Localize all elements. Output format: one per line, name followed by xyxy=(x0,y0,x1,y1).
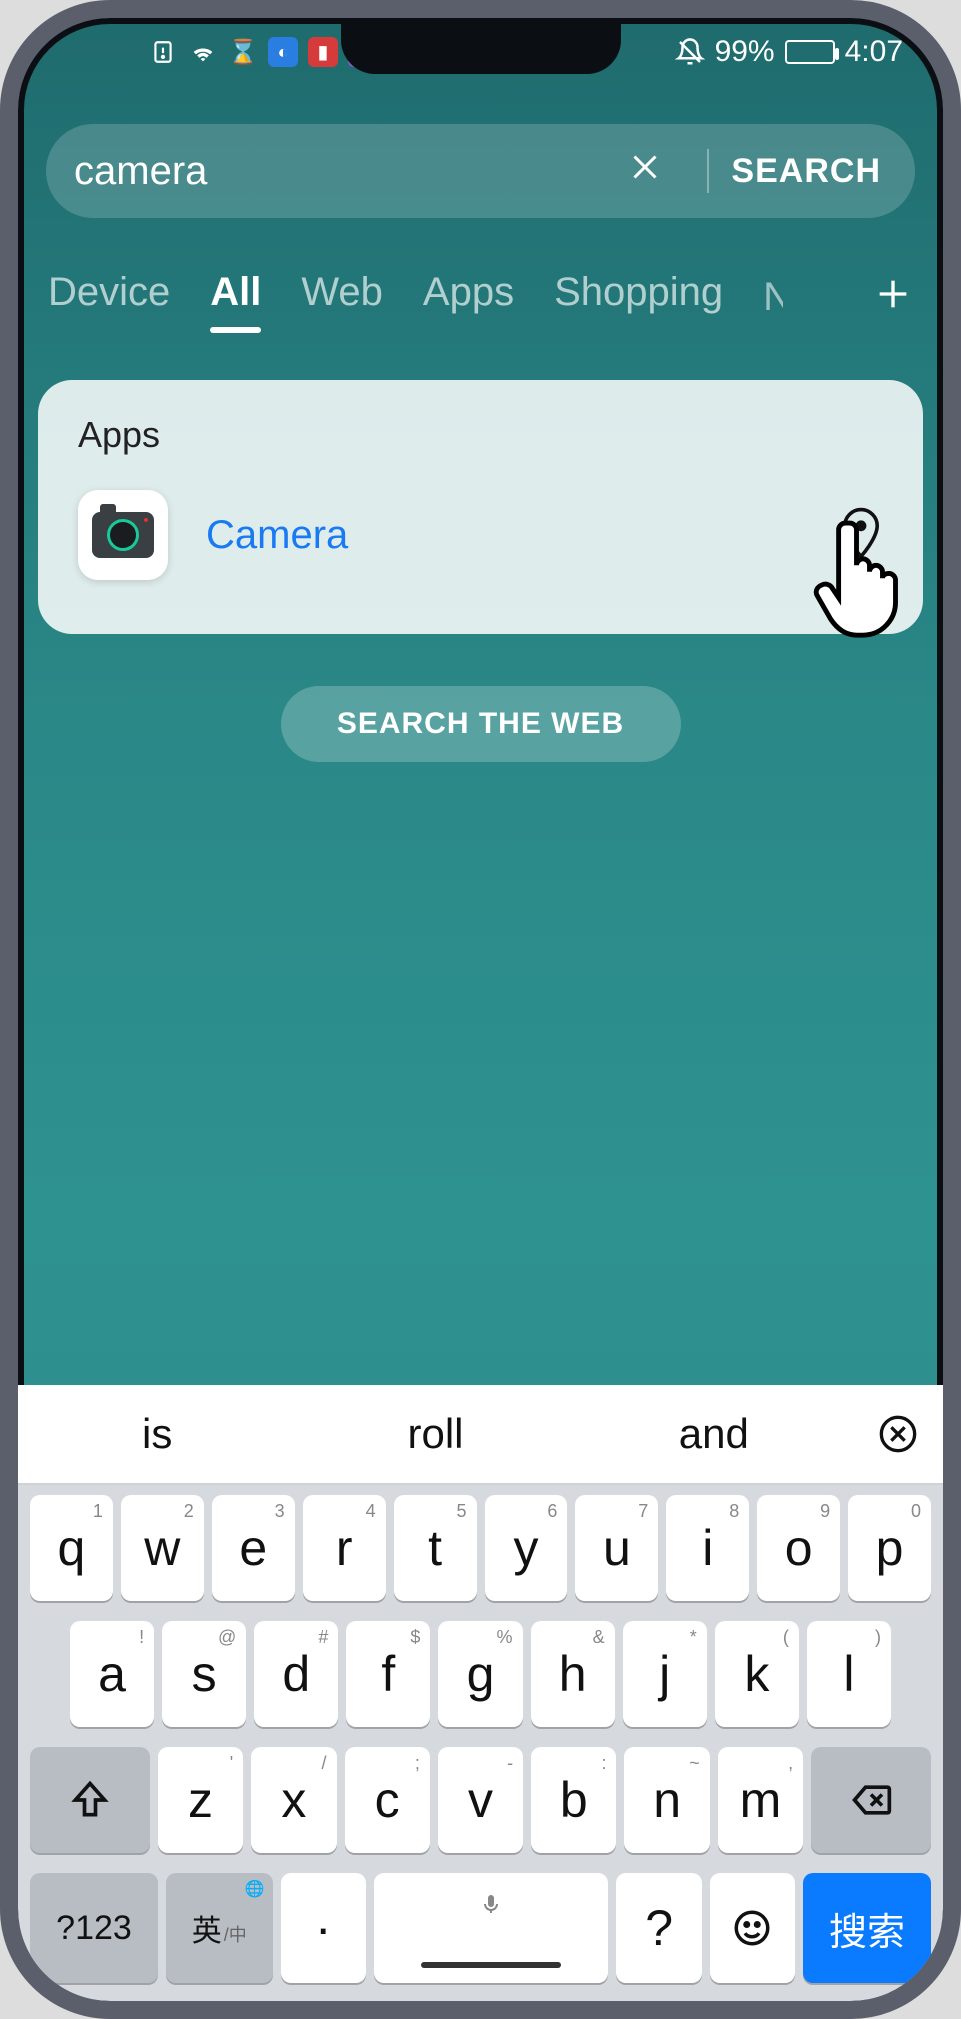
suggestion-2[interactable]: roll xyxy=(296,1410,574,1458)
numeric-key[interactable]: ?123 xyxy=(30,1873,158,1983)
search-input[interactable] xyxy=(74,149,605,194)
key-m[interactable]: ,m xyxy=(718,1747,803,1853)
sim-alert-icon xyxy=(148,37,178,67)
browser-icon: ◐ xyxy=(268,37,298,67)
key-v[interactable]: -v xyxy=(438,1747,523,1853)
key-s[interactable]: @s xyxy=(162,1621,246,1727)
key-t[interactable]: 5t xyxy=(394,1495,477,1601)
globe-icon: 🌐 xyxy=(245,1879,265,1899)
key-b[interactable]: :b xyxy=(531,1747,616,1853)
key-r[interactable]: 4r xyxy=(303,1495,386,1601)
tab-shopping[interactable]: Shopping xyxy=(554,270,723,325)
search-tabs: Device All Web Apps Shopping N xyxy=(18,262,943,332)
book-icon: ▮ xyxy=(308,37,338,67)
key-h[interactable]: &h xyxy=(531,1621,615,1727)
wifi-icon xyxy=(188,37,218,67)
suggestion-3[interactable]: and xyxy=(575,1410,853,1458)
result-app-name: Camera xyxy=(206,513,801,558)
key-l[interactable]: )l xyxy=(807,1621,891,1727)
key-d[interactable]: #d xyxy=(254,1621,338,1727)
key-c[interactable]: ;c xyxy=(345,1747,430,1853)
key-g[interactable]: %g xyxy=(438,1621,522,1727)
results-section-title: Apps xyxy=(78,414,883,456)
tab-more-cutoff[interactable]: N xyxy=(763,275,783,320)
key-q[interactable]: 1q xyxy=(30,1495,113,1601)
suggestion-close-icon[interactable] xyxy=(853,1414,943,1454)
language-key[interactable]: 🌐 英/中 xyxy=(166,1873,273,1983)
clear-icon[interactable] xyxy=(627,147,663,195)
key-i[interactable]: 8i xyxy=(666,1495,749,1601)
tab-apps[interactable]: Apps xyxy=(423,270,514,325)
question-key[interactable]: ? xyxy=(616,1873,701,1983)
key-y[interactable]: 6y xyxy=(485,1495,568,1601)
key-e[interactable]: 3e xyxy=(212,1495,295,1601)
result-row-camera[interactable]: Camera xyxy=(78,490,883,580)
search-action-key[interactable]: 搜索 xyxy=(803,1873,931,1983)
key-j[interactable]: *j xyxy=(623,1621,707,1727)
emoji-key[interactable] xyxy=(710,1873,795,1983)
hourglass-icon: ⌛ xyxy=(228,37,258,67)
key-o[interactable]: 9o xyxy=(757,1495,840,1601)
suggestion-1[interactable]: is xyxy=(18,1410,296,1458)
search-bar: SEARCH xyxy=(46,124,915,218)
key-k[interactable]: (k xyxy=(715,1621,799,1727)
suggestion-bar: is roll and xyxy=(18,1385,943,1485)
battery-percent: 99% xyxy=(715,35,775,69)
key-x[interactable]: /x xyxy=(251,1747,336,1853)
key-z[interactable]: 'z xyxy=(158,1747,243,1853)
shift-key[interactable] xyxy=(30,1747,150,1853)
space-key[interactable] xyxy=(374,1873,609,1983)
camera-app-icon xyxy=(78,490,168,580)
key-f[interactable]: $f xyxy=(346,1621,430,1727)
tab-all[interactable]: All xyxy=(210,270,261,325)
key-p[interactable]: 0p xyxy=(848,1495,931,1601)
keyboard: is roll and 1q2w3e4r5t6y7u8i9o0p !a@s#d$… xyxy=(18,1385,943,2001)
tab-web[interactable]: Web xyxy=(301,270,383,325)
period-key[interactable]: · xyxy=(281,1873,366,1983)
alarm-off-icon xyxy=(675,37,705,67)
search-web-button[interactable]: SEARCH THE WEB xyxy=(281,686,681,762)
mic-icon xyxy=(479,1888,503,1920)
key-a[interactable]: !a xyxy=(70,1621,154,1727)
key-u[interactable]: 7u xyxy=(575,1495,658,1601)
battery-icon xyxy=(785,40,835,64)
add-tab-icon[interactable] xyxy=(873,268,913,326)
hand-cursor-icon xyxy=(813,510,913,630)
search-button[interactable]: SEARCH xyxy=(731,152,881,191)
clock-time: 4:07 xyxy=(845,35,903,69)
key-n[interactable]: ~n xyxy=(624,1747,709,1853)
results-card: Apps Camera xyxy=(38,380,923,634)
backspace-key[interactable] xyxy=(811,1747,931,1853)
divider xyxy=(707,149,709,193)
key-w[interactable]: 2w xyxy=(121,1495,204,1601)
tab-device[interactable]: Device xyxy=(48,270,170,325)
